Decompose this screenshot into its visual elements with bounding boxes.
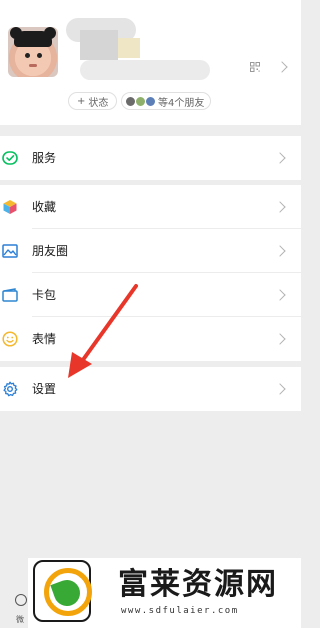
- services-group: 服务: [0, 136, 301, 180]
- menu-label-favorites: 收藏: [32, 200, 57, 214]
- menu-label-moments: 朋友圈: [32, 244, 69, 258]
- chevron-right-icon: [274, 152, 286, 164]
- blurred-nickname-block: [80, 30, 118, 60]
- blurred-nickname-accent: [118, 38, 140, 58]
- profile-header[interactable]: + 状态 等4个朋友: [0, 0, 301, 125]
- menu-label-services: 服务: [32, 151, 57, 165]
- smiley-icon: [2, 331, 18, 347]
- chevron-right-icon: [274, 383, 286, 395]
- card-wallet-icon: [2, 288, 18, 302]
- chevron-right-icon: [274, 201, 286, 213]
- favorites-cube-icon: [3, 200, 17, 214]
- plus-icon: +: [77, 95, 86, 107]
- qr-code-icon[interactable]: [250, 62, 260, 72]
- friend-avatar: [145, 95, 156, 107]
- watermark-banner: 微 富莱资源网 www.sdfulaier.com: [0, 558, 301, 628]
- menu-label-stickers: 表情: [32, 332, 57, 346]
- chevron-right-icon: [274, 333, 286, 345]
- avatar[interactable]: [8, 27, 58, 77]
- gear-icon: [3, 381, 18, 397]
- moments-image-icon: [2, 244, 18, 258]
- settings-group: 设置: [0, 367, 301, 411]
- menu-item-cards[interactable]: 卡包: [0, 273, 301, 317]
- menu-label-cards: 卡包: [32, 288, 57, 302]
- chevron-right-icon[interactable]: [276, 61, 288, 73]
- blurred-wechat-id: [80, 60, 210, 80]
- annotation-arrow: [68, 284, 138, 378]
- status-button[interactable]: + 状态: [68, 92, 118, 110]
- friends-label: 等4个朋友: [158, 97, 205, 109]
- menu-item-settings[interactable]: 设置: [0, 367, 301, 411]
- menu-item-moments[interactable]: 朋友圈: [0, 229, 301, 273]
- services-icon: [2, 151, 18, 165]
- menu-item-services[interactable]: 服务: [0, 136, 301, 180]
- tab-label-partial: 微: [16, 615, 24, 624]
- friends-status-button[interactable]: 等4个朋友: [121, 92, 212, 110]
- menu-item-favorites[interactable]: 收藏: [0, 185, 301, 229]
- brand-url: www.sdfulaier.com: [121, 606, 239, 616]
- menu-item-stickers[interactable]: 表情: [0, 317, 301, 361]
- chevron-right-icon: [274, 245, 286, 257]
- menu-label-settings: 设置: [32, 382, 57, 396]
- chat-tab-icon[interactable]: [15, 594, 27, 606]
- content-group: 收藏 朋友圈 卡包 表情: [0, 185, 301, 361]
- brand-name: 富莱资源网: [118, 567, 278, 602]
- chevron-right-icon: [274, 289, 286, 301]
- status-label: 状态: [88, 97, 109, 109]
